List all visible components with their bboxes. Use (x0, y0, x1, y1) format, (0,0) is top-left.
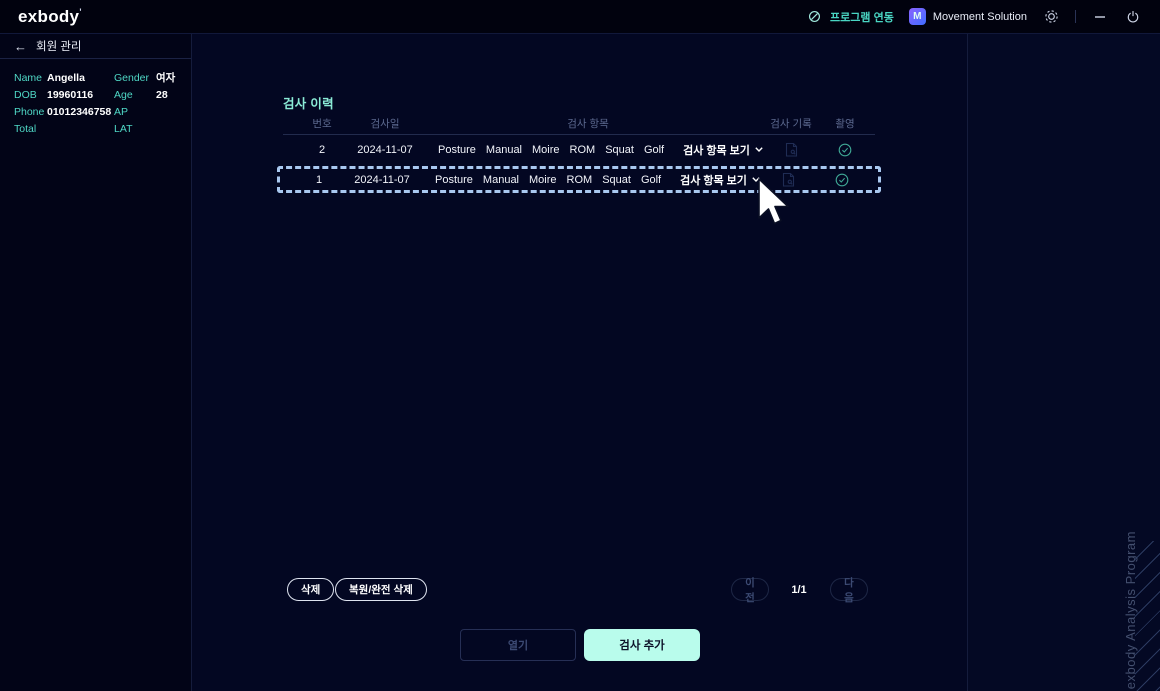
patient-field-value: Angella (47, 72, 85, 84)
exam-item: ROM (566, 173, 593, 186)
dropdown-label: 검사 항목 보기 (683, 144, 750, 157)
patient-field-label: Phone (14, 106, 45, 118)
movement-solution-app[interactable]: M Movement Solution (908, 8, 1027, 25)
column-header-items: 검사 항목 (567, 118, 609, 130)
table-header-row: 번호 검사일 검사 항목 검사 기록 촬영 (283, 114, 875, 132)
pagination-prev-button[interactable]: 이전 (731, 577, 769, 604)
exam-record-icon (771, 142, 811, 157)
exam-item: Golf (640, 173, 662, 186)
page-indicator: 1/1 (791, 583, 807, 596)
exam-item: Squat (605, 143, 634, 156)
exam-items-dropdown[interactable]: 검사 항목 보기 (673, 142, 773, 158)
add-exam-button[interactable]: 검사 추가 (584, 629, 700, 661)
column-header-record: 검사 기록 (770, 118, 812, 130)
patient-field-label: AP (114, 106, 129, 118)
column-header-date: 검사일 (370, 118, 400, 130)
restore-delete-button[interactable]: 복원/완전 삭제 (335, 578, 427, 601)
delete-button[interactable]: 삭제 (287, 578, 335, 601)
dropdown-label: 검사 항목 보기 (680, 174, 747, 187)
app-name: Movement Solution (932, 10, 1027, 23)
program-link-label: 프로그램 연동 (830, 11, 894, 24)
diagonal-hatch-decoration (1135, 541, 1160, 691)
minimize-icon[interactable] (1091, 8, 1109, 26)
chevron-down-icon (752, 177, 760, 182)
patient-field-label: LAT (114, 123, 133, 135)
topbar: exbody' 프로그램 연동 M Movement Solution (0, 0, 1160, 34)
patient-field-value (47, 124, 114, 135)
app-logo: exbody' (18, 6, 82, 26)
patient-field-value (156, 107, 191, 118)
movement-solution-icon: M (908, 8, 926, 25)
patient-field-label: Gender (114, 72, 150, 84)
back-to-member-management[interactable]: ← 회원 관리 (0, 34, 191, 59)
patient-field-label: Name (14, 72, 43, 84)
topbar-divider (1075, 10, 1076, 23)
exam-item: Squat (602, 173, 631, 186)
patient-field-label: Total (14, 123, 37, 135)
logo-trademark: ' (79, 6, 82, 17)
exam-items-dropdown[interactable]: 검사 항목 보기 (670, 172, 770, 188)
exam-item: Moire (532, 143, 560, 156)
patient-field-value: 01012346758 (47, 106, 112, 118)
shoot-complete-icon (822, 173, 862, 187)
patient-field-value (156, 124, 191, 135)
patient-field-value: 여자 (156, 72, 176, 84)
patient-field-value: 19960116 (47, 89, 94, 101)
sidebar: ← 회원 관리 Name Angella Gender 여자 DOB 19960… (0, 34, 192, 691)
pagination-next-button[interactable]: 다음 (830, 577, 868, 604)
shoot-complete-icon (825, 143, 865, 157)
sidebar-title: 회원 관리 (36, 41, 82, 53)
right-decoration-panel: exbody Analysis Program (967, 34, 1160, 691)
patient-field-value: 28 (156, 89, 168, 101)
table-row[interactable]: 2 2024-11-07 Posture Manual Moire ROM Sq… (283, 135, 875, 164)
patient-field-label: Age (114, 89, 133, 101)
patient-field-label: DOB (14, 89, 37, 101)
open-button[interactable]: 열기 (460, 629, 576, 661)
back-arrow-icon: ← (14, 38, 27, 54)
chevron-down-icon (755, 147, 763, 152)
exam-item: Manual (485, 143, 522, 156)
exam-item: Posture (435, 173, 473, 186)
main-content: 검사 이력 번호 검사일 검사 항목 검사 기록 촬영 2 2024-11-07… (193, 34, 966, 691)
row-exam-items: Posture Manual Moire ROM Squat Golf (435, 174, 661, 186)
row-date: 2024-11-07 (357, 143, 413, 156)
exam-history-table: 번호 검사일 검사 항목 검사 기록 촬영 2 2024-11-07 Postu… (277, 114, 881, 193)
exam-item: Manual (482, 173, 519, 186)
link-icon (805, 8, 823, 26)
table-row-selected[interactable]: 1 2024-11-07 Posture Manual Moire ROM Sq… (277, 166, 881, 193)
gear-icon[interactable] (1042, 8, 1060, 26)
exam-item: ROM (569, 143, 596, 156)
exam-record-icon (768, 172, 808, 187)
patient-info: Name Angella Gender 여자 DOB 19960116 Age … (0, 59, 191, 135)
exam-item: Golf (643, 143, 665, 156)
section-title: 검사 이력 (283, 97, 334, 111)
row-exam-items: Posture Manual Moire ROM Squat Golf (438, 144, 664, 156)
column-header-shoot: 촬영 (835, 118, 855, 130)
exam-item: Posture (438, 143, 476, 156)
program-link[interactable]: 프로그램 연동 (805, 8, 894, 26)
power-icon[interactable] (1124, 8, 1142, 26)
exam-item: Moire (529, 173, 557, 186)
row-date: 2024-11-07 (354, 173, 410, 186)
